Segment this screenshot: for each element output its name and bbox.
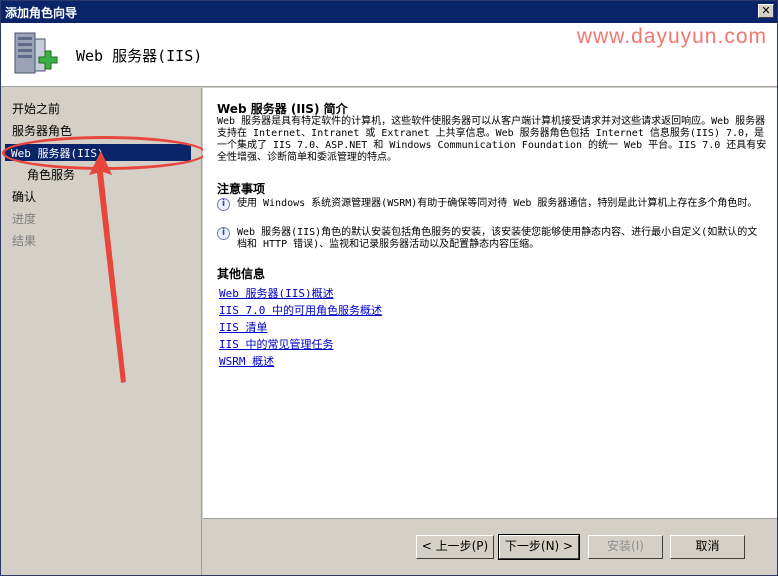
intro-heading: Web 服务器 (IIS) 简介 [217,102,348,116]
previous-button[interactable]: < 上一步(P) [416,535,494,559]
wizard-button-bar: < 上一步(P) 下一步(N) > 安装(I) 取消 [203,518,777,575]
sidebar-item-web-server[interactable]: Web 服务器(IIS) [5,144,191,161]
note-item: i 使用 Windows 系统资源管理器(WSRM)有助于确保等同对待 Web … [217,198,767,224]
note-item: i Web 服务器(IIS)角色的默认安装包括角色服务的安装，该安装使您能够使用… [217,227,767,253]
info-icon: i [217,198,230,211]
wizard-header: Web 服务器(IIS) www.dayuyun.com [1,23,777,87]
info-icon: i [217,227,230,240]
main-content: Web 服务器 (IIS) 简介 Web 服务器是具有特定软件的计算机，这些软件… [203,88,777,518]
sidebar-item-server-roles[interactable]: 服务器角色 [12,122,72,139]
watermark-text: www.dayuyun.com [576,25,767,48]
window-title: 添加角色向导 [5,6,78,20]
next-button[interactable]: 下一步(N) > [498,534,580,560]
add-roles-wizard-window: 添加角色向导 ✕ Web 服务器(IIS) www.dayuyun.com 开始… [0,0,778,576]
sidebar-item-role-services[interactable]: 角色服务 [27,166,75,183]
title-bar[interactable]: 添加角色向导 ✕ [1,1,777,23]
link-iis-common-tasks[interactable]: IIS 中的常见管理任务 [219,336,334,352]
link-wsrm-overview[interactable]: WSRM 概述 [219,353,274,369]
notes-heading: 注意事项 [217,182,266,196]
install-button: 安装(I) [588,535,663,559]
cancel-button[interactable]: 取消 [670,535,745,559]
server-role-icon [14,32,58,74]
wizard-step-nav: 开始之前 服务器角色 Web 服务器(IIS) 角色服务 确认 进度 结果 [1,88,202,575]
link-iis7-role-services[interactable]: IIS 7.0 中的可用角色服务概述 [219,302,382,318]
more-info-heading: 其他信息 [217,267,266,281]
note-text: 使用 Windows 系统资源管理器(WSRM)有助于确保等同对待 Web 服务… [237,198,758,209]
page-title: Web 服务器(IIS) [76,47,203,65]
intro-description: Web 服务器是具有特定软件的计算机，这些软件使服务器可以从客户端计算机接受请求… [217,116,767,163]
link-web-server-overview[interactable]: Web 服务器(IIS)概述 [219,285,334,301]
link-iis-checklist[interactable]: IIS 清单 [219,319,268,335]
sidebar-item-before-you-begin[interactable]: 开始之前 [12,100,60,117]
sidebar-item-confirmation[interactable]: 确认 [12,188,36,205]
close-button[interactable]: ✕ [758,4,774,18]
sidebar-item-results: 结果 [12,234,37,248]
note-text: Web 服务器(IIS)角色的默认安装包括角色服务的安装，该安装使您能够使用静态… [237,227,758,250]
sidebar-item-progress: 进度 [12,212,37,226]
